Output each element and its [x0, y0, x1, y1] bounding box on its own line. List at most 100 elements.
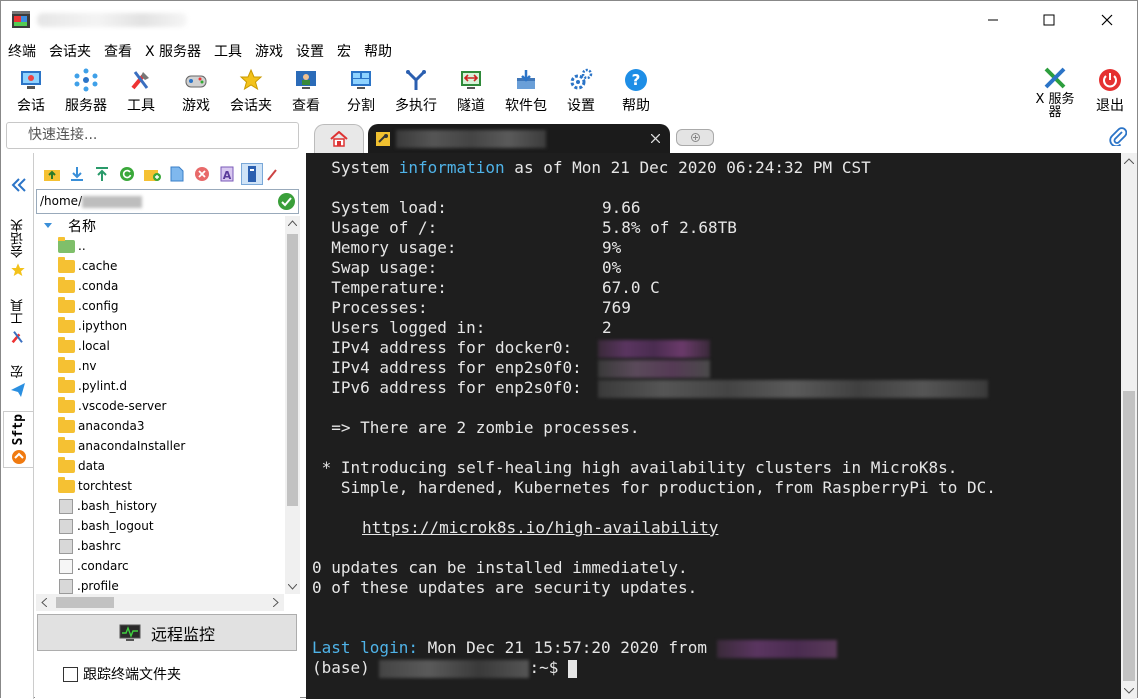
multiexec-button[interactable]: 多执行 [388, 67, 444, 115]
folder-row[interactable]: .conda [36, 276, 284, 296]
minimize-button[interactable] [963, 1, 1023, 39]
menu-sessions[interactable]: 会话夹 [49, 41, 91, 61]
delete-button[interactable] [191, 163, 213, 185]
games-button[interactable]: 游戏 [168, 67, 224, 115]
folder-row[interactable]: anaconda3 [36, 416, 284, 436]
tunnel-button[interactable]: 隧道 [443, 67, 499, 115]
tools-button[interactable]: 工具 [113, 67, 169, 115]
file-row[interactable]: .bash_history [36, 496, 284, 516]
servers-button[interactable]: 服务器 [58, 67, 114, 115]
upload-button[interactable] [91, 163, 113, 185]
side-tab-tools[interactable]: 工具 [5, 299, 31, 345]
microk8s-link[interactable]: https://microk8s.io/high-availability [362, 518, 718, 538]
file-row[interactable]: .condarc [36, 556, 284, 576]
file-row[interactable]: .bash_logout [36, 516, 284, 536]
folder-row[interactable]: data [36, 456, 284, 476]
paperclip-icon[interactable] [1109, 126, 1127, 146]
new-folder-button[interactable] [141, 163, 163, 185]
hscroll-thumb[interactable] [56, 597, 114, 608]
file-icon [59, 498, 73, 514]
menu-games[interactable]: 游戏 [255, 41, 283, 61]
folder-row[interactable]: .vscode-server [36, 396, 284, 416]
exit-button[interactable]: 退出 [1082, 67, 1138, 115]
side-tab-sessions[interactable]: 会话夹 [5, 219, 31, 278]
sessions-folder-button[interactable]: 会话夹 [223, 67, 279, 115]
properties-icon [248, 166, 256, 182]
new-file-button[interactable] [166, 163, 188, 185]
folder-icon [58, 356, 75, 373]
app-logo-icon [12, 11, 30, 28]
folder-row[interactable]: torchtest [36, 476, 284, 496]
scroll-right-icon[interactable] [273, 598, 279, 607]
settings-button[interactable]: 设置 [553, 67, 609, 115]
folder-row[interactable]: .nv [36, 356, 284, 376]
sftp-toolbar: A [35, 161, 300, 187]
menu-tools[interactable]: 工具 [214, 41, 242, 61]
file-name: .bash_history [77, 499, 157, 513]
checkbox-box[interactable] [63, 666, 78, 682]
scroll-down-icon[interactable] [288, 584, 297, 590]
column-header-name[interactable]: 名称 [36, 216, 284, 236]
side-tab-sftp[interactable]: Sftp [3, 411, 33, 469]
sftp-path-input[interactable]: /home/ [36, 189, 299, 214]
properties-button[interactable] [241, 163, 263, 185]
stat-temperature-value: 67.0 C [602, 278, 660, 297]
more-tools-button[interactable] [266, 163, 278, 185]
stat-users: Users logged in: [312, 318, 486, 337]
path-ok-icon[interactable] [278, 193, 295, 210]
terminal-scroll-thumb[interactable] [1123, 391, 1135, 681]
packages-button[interactable]: 软件包 [498, 67, 554, 115]
scroll-up-icon[interactable] [288, 220, 297, 226]
folder-row[interactable]: .local [36, 336, 284, 356]
tab-strip [306, 122, 1137, 153]
menu-xserver[interactable]: X 服务器 [145, 41, 201, 61]
prompt-line: (base) :~$ [312, 658, 577, 678]
download-button[interactable] [66, 163, 88, 185]
tab-home[interactable] [314, 124, 364, 153]
scroll-left-icon[interactable] [41, 598, 47, 607]
parent-dir-row[interactable]: .. [36, 236, 284, 256]
folder-row[interactable]: .config [36, 296, 284, 316]
view-button[interactable]: 查看 [278, 67, 334, 115]
menu-help[interactable]: 帮助 [364, 41, 392, 61]
folder-row[interactable]: .cache [36, 256, 284, 276]
file-list-hscrollbar[interactable] [36, 594, 284, 611]
close-icon [1101, 14, 1113, 26]
menu-view[interactable]: 查看 [104, 41, 132, 61]
split-button[interactable]: 分割 [333, 67, 389, 115]
folder-icon [58, 396, 75, 413]
sftp-panel: A /home/ 名称 .. .cache .conda .config .ipytho… [35, 153, 300, 699]
terminal-view[interactable]: System information as of Mon 21 Dec 2020… [306, 153, 1121, 699]
parent-folder-button[interactable] [41, 163, 63, 185]
xserver-button[interactable]: X 服务 器 [1027, 65, 1083, 119]
help-button[interactable]: ? 帮助 [608, 67, 664, 115]
close-button[interactable] [1077, 1, 1137, 39]
menu-settings[interactable]: 设置 [296, 41, 324, 61]
file-row[interactable]: .profile [36, 576, 284, 594]
folder-row[interactable]: .ipython [36, 316, 284, 336]
menu-terminal[interactable]: 终端 [8, 41, 36, 61]
collapse-icon[interactable] [10, 177, 26, 193]
refresh-button[interactable] [116, 163, 138, 185]
tab-ssh-session[interactable] [368, 124, 670, 153]
folder-row[interactable]: anacondaInstaller [36, 436, 284, 456]
close-tab-icon[interactable] [651, 134, 660, 143]
scroll-up-icon[interactable] [1124, 158, 1134, 164]
plus-icon [690, 133, 700, 142]
rename-button[interactable]: A [216, 163, 238, 185]
side-tab-macros[interactable]: 宏 [5, 365, 31, 398]
follow-terminal-folder-checkbox[interactable]: 跟踪终端文件夹 [63, 664, 181, 684]
folder-up-icon [58, 236, 75, 253]
session-button[interactable]: 会话 [3, 67, 59, 115]
maximize-button[interactable] [1019, 1, 1079, 39]
scroll-thumb[interactable] [287, 234, 298, 506]
scroll-down-icon[interactable] [1124, 688, 1134, 694]
file-list-vscrollbar[interactable] [285, 216, 300, 594]
terminal-scrollbar[interactable] [1121, 153, 1137, 699]
file-row[interactable]: .bashrc [36, 536, 284, 556]
quick-connect-input[interactable]: 快速连接... [6, 122, 299, 149]
menu-macros[interactable]: 宏 [337, 41, 351, 61]
remote-monitoring-button[interactable]: 远程监控 [37, 614, 297, 651]
new-tab-button[interactable] [676, 129, 714, 146]
folder-row[interactable]: .pylint.d [36, 376, 284, 396]
